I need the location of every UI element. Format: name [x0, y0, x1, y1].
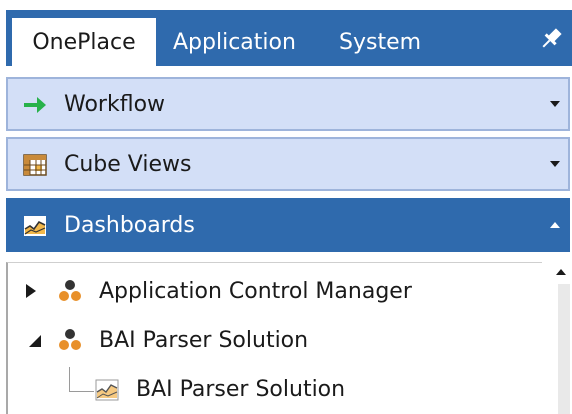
expand-arrow-icon[interactable]: [24, 284, 38, 298]
scrollbar-track[interactable]: [558, 284, 570, 414]
chevron-up-icon[interactable]: [550, 221, 560, 229]
tab-system[interactable]: System: [339, 18, 421, 66]
collapse-arrow-icon[interactable]: [28, 334, 42, 348]
section-dashboards[interactable]: Dashboards: [6, 198, 570, 252]
arrow-right-icon: [24, 97, 46, 113]
section-workflow-label: Workflow: [64, 92, 166, 117]
tree-item-bai-parser-solution[interactable]: BAI Parser Solution: [99, 323, 308, 359]
pin-icon[interactable]: [538, 26, 564, 52]
section-workflow[interactable]: Workflow: [6, 77, 570, 131]
grid-icon: [23, 154, 47, 176]
tab-bar: OnePlace Application System: [6, 10, 572, 66]
scroll-up-arrow[interactable]: [556, 268, 566, 276]
chart-icon: [24, 216, 46, 236]
dashboard-group-icon: [59, 329, 81, 350]
section-dashboards-label: Dashboards: [64, 213, 195, 238]
tab-oneplace[interactable]: OnePlace: [12, 18, 156, 66]
tree-item-application-control-manager[interactable]: Application Control Manager: [99, 274, 412, 310]
chevron-down-icon[interactable]: [550, 100, 560, 108]
chart-icon: [95, 379, 119, 401]
tab-application[interactable]: Application: [173, 18, 296, 66]
tree-connector-line: [69, 367, 94, 392]
tree-item-bai-parser-solution-dashboard[interactable]: BAI Parser Solution: [136, 372, 345, 408]
section-cube-views[interactable]: Cube Views: [6, 137, 570, 191]
dashboard-group-icon: [59, 280, 81, 301]
chevron-down-icon[interactable]: [550, 160, 560, 168]
section-cube-views-label: Cube Views: [64, 152, 192, 177]
